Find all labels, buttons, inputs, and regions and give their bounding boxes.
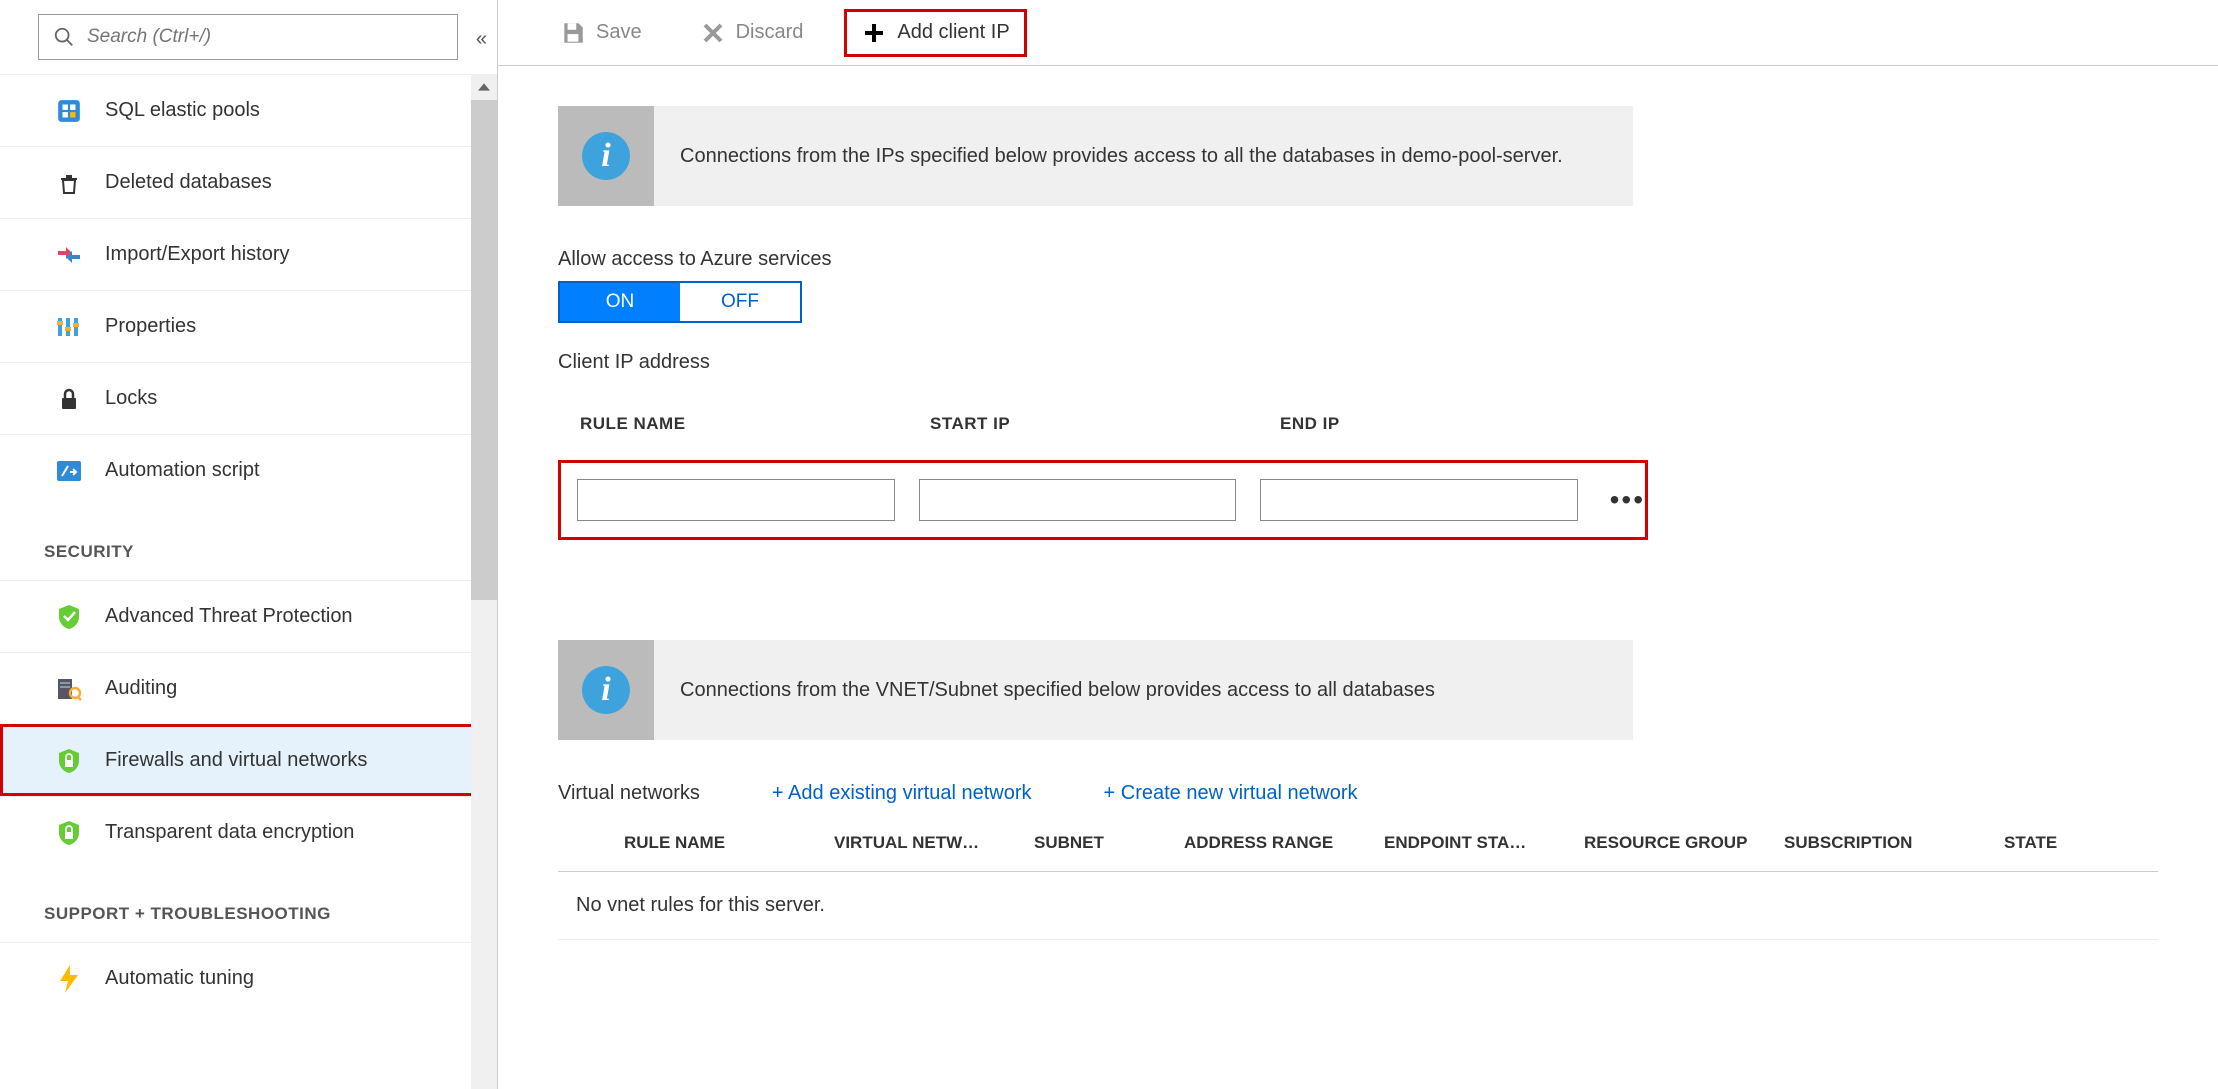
toggle-off[interactable]: OFF xyxy=(680,283,800,321)
sidebar-item-label: Import/Export history xyxy=(105,243,290,266)
vcol-resource-group: RESOURCE GROUP xyxy=(1584,833,1784,853)
sidebar-item-label: Automation script xyxy=(105,459,260,482)
toggle-on[interactable]: ON xyxy=(560,283,680,321)
vcol-rule-name: RULE NAME xyxy=(624,833,834,853)
plus-icon xyxy=(861,20,887,46)
info-icon-box: i xyxy=(558,106,654,206)
lock-icon xyxy=(55,385,83,413)
bolt-icon xyxy=(55,965,83,993)
collapse-sidebar-icon[interactable]: « xyxy=(476,28,487,51)
search-box[interactable] xyxy=(38,14,458,60)
vnet-table-header: RULE NAME VIRTUAL NETW… SUBNET ADDRESS R… xyxy=(558,833,2158,872)
automation-icon xyxy=(55,457,83,485)
section-header-support: SUPPORT + TROUBLESHOOTING xyxy=(0,868,497,942)
col-end-ip: END IP xyxy=(1280,414,1600,434)
scroll-up-icon[interactable] xyxy=(471,74,497,100)
vcol-subnet: SUBNET xyxy=(1034,833,1184,853)
search-input[interactable] xyxy=(87,26,443,48)
add-client-ip-button[interactable]: Add client IP xyxy=(849,14,1021,52)
vcol-virtual-network: VIRTUAL NETW… xyxy=(834,833,1034,853)
info-banner-ip: i Connections from the IPs specified bel… xyxy=(558,106,1633,206)
info-text: Connections from the IPs specified below… xyxy=(654,121,1589,191)
sidebar-item-label: Properties xyxy=(105,315,196,338)
shield-lock-icon xyxy=(55,747,83,775)
nav-list: SQL elastic pools Deleted databases Impo… xyxy=(0,74,497,1089)
search-icon xyxy=(53,26,75,48)
col-start-ip: START IP xyxy=(930,414,1280,434)
vcol-endpoint-status: ENDPOINT STA… xyxy=(1384,833,1584,853)
save-button[interactable]: Save xyxy=(548,14,654,52)
end-ip-input[interactable] xyxy=(1260,479,1578,521)
vcol-subscription: SUBSCRIPTION xyxy=(1784,833,2004,853)
import-export-icon xyxy=(55,241,83,269)
more-actions-icon[interactable]: ••• xyxy=(1602,484,1645,516)
scrollbar-thumb[interactable] xyxy=(471,100,497,600)
firewall-rule-input-row: ••• xyxy=(558,460,1648,540)
allow-azure-toggle[interactable]: ON OFF xyxy=(558,281,802,323)
discard-icon xyxy=(700,20,726,46)
sidebar: « SQL elastic pools Deleted databases xyxy=(0,0,498,1089)
sidebar-item-locks[interactable]: Locks xyxy=(0,362,497,434)
info-icon: i xyxy=(582,666,630,714)
properties-icon xyxy=(55,313,83,341)
col-rule-name: RULE NAME xyxy=(580,414,930,434)
allow-azure-label: Allow access to Azure services xyxy=(558,248,2158,271)
vcol-state: STATE xyxy=(2004,833,2124,853)
sidebar-item-properties[interactable]: Properties xyxy=(0,290,497,362)
sidebar-item-automatic-tuning[interactable]: Automatic tuning xyxy=(0,942,497,1014)
sidebar-item-transparent-data-encryption[interactable]: Transparent data encryption xyxy=(0,796,497,868)
section-header-security: SECURITY xyxy=(0,506,497,580)
vnet-title: Virtual networks xyxy=(558,782,700,805)
sidebar-item-deleted-databases[interactable]: Deleted databases xyxy=(0,146,497,218)
sidebar-item-advanced-threat-protection[interactable]: Advanced Threat Protection xyxy=(0,580,497,652)
save-icon xyxy=(560,20,586,46)
sidebar-item-label: Automatic tuning xyxy=(105,967,254,990)
sidebar-item-auditing[interactable]: Auditing xyxy=(0,652,497,724)
firewall-table-header: RULE NAME START IP END IP xyxy=(558,414,2158,460)
sidebar-item-label: Auditing xyxy=(105,677,177,700)
discard-button[interactable]: Discard xyxy=(688,14,816,52)
sidebar-item-automation-script[interactable]: Automation script xyxy=(0,434,497,506)
info-text: Connections from the VNET/Subnet specifi… xyxy=(654,655,1461,725)
sidebar-item-label: Advanced Threat Protection xyxy=(105,605,353,628)
button-label: Save xyxy=(596,21,642,44)
button-label: Discard xyxy=(736,21,804,44)
rule-name-input[interactable] xyxy=(577,479,895,521)
sidebar-item-label: Transparent data encryption xyxy=(105,821,354,844)
info-icon: i xyxy=(582,132,630,180)
sidebar-item-label: Deleted databases xyxy=(105,171,272,194)
add-existing-vnet-link[interactable]: + Add existing virtual network xyxy=(772,782,1032,805)
sidebar-item-firewalls-virtual-networks[interactable]: Firewalls and virtual networks xyxy=(0,724,497,796)
client-ip-label: Client IP address xyxy=(558,351,2158,374)
info-icon-box: i xyxy=(558,640,654,740)
auditing-icon xyxy=(55,675,83,703)
button-label: Add client IP xyxy=(897,21,1009,44)
scrollbar-track[interactable] xyxy=(471,74,497,1089)
start-ip-input[interactable] xyxy=(919,479,1237,521)
sidebar-item-import-export-history[interactable]: Import/Export history xyxy=(0,218,497,290)
sidebar-item-label: Locks xyxy=(105,387,157,410)
main-content: Save Discard Add client IP i Connecti xyxy=(498,0,2218,1089)
sql-pool-icon xyxy=(55,97,83,125)
sidebar-item-label: Firewalls and virtual networks xyxy=(105,749,367,772)
toolbar: Save Discard Add client IP xyxy=(498,0,2218,66)
vnet-empty-message: No vnet rules for this server. xyxy=(558,872,2158,940)
sidebar-item-sql-elastic-pools[interactable]: SQL elastic pools xyxy=(0,74,497,146)
sidebar-item-label: SQL elastic pools xyxy=(105,99,260,122)
create-new-vnet-link[interactable]: + Create new virtual network xyxy=(1104,782,1358,805)
vnet-actions-row: Virtual networks + Add existing virtual … xyxy=(558,782,2158,805)
trash-icon xyxy=(55,169,83,197)
vcol-address-range: ADDRESS RANGE xyxy=(1184,833,1384,853)
shield-check-icon xyxy=(55,603,83,631)
shield-lock-green-icon xyxy=(55,819,83,847)
info-banner-vnet: i Connections from the VNET/Subnet speci… xyxy=(558,640,1633,740)
